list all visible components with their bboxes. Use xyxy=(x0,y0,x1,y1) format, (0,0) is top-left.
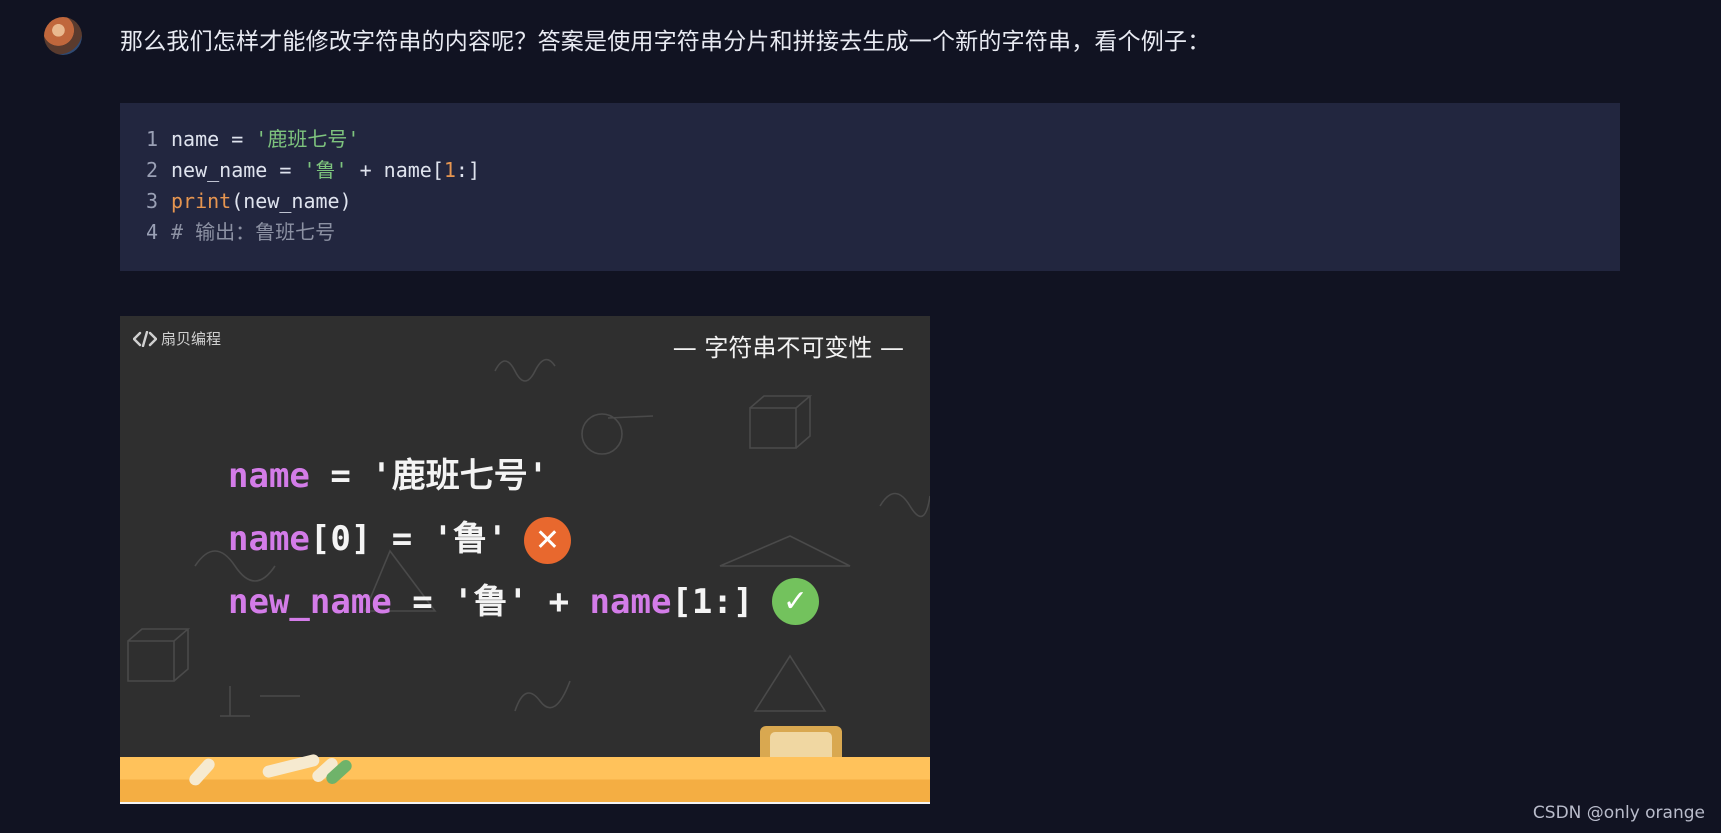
code-text: new_name = xyxy=(171,158,304,182)
chalk-shelf xyxy=(120,757,930,804)
code-line: 3 print(new_name) xyxy=(146,186,352,216)
check-icon: ✓ xyxy=(772,578,819,625)
board-code-text: [0] = '鲁' xyxy=(309,519,508,559)
code-text: + name[ xyxy=(347,158,444,182)
board-code-text: = '鹿班七号' xyxy=(309,456,549,496)
code-brackets-icon xyxy=(133,330,157,347)
board-code-line: name = '鹿班七号' xyxy=(228,454,548,498)
code-text: (new_name) xyxy=(231,189,352,213)
board-code-text: = '鲁' + xyxy=(391,582,590,622)
code-text: :] xyxy=(455,158,481,182)
line-number: 2 xyxy=(146,158,159,182)
code-string: '鲁' xyxy=(303,158,348,182)
cross-icon: ✕ xyxy=(524,517,571,564)
board-keyword: new_name xyxy=(228,582,392,622)
code-function: print xyxy=(171,189,232,213)
code-comment: # 输出：鲁班七号 xyxy=(171,220,336,244)
board-keyword: name xyxy=(589,582,672,622)
code-block: 1 name = '鹿班七号' 2 new_name = '鲁' + name[1:… xyxy=(120,103,1620,271)
board-title: — 字符串不可变性 — xyxy=(672,334,904,362)
code-text: name = xyxy=(171,127,256,151)
board-code-line: name[0] = '鲁' xyxy=(228,517,508,561)
board-code-line: new_name = '鲁' + name[1:] xyxy=(228,580,753,624)
code-line: 2 new_name = '鲁' + name[1:] xyxy=(146,155,480,185)
intro-text: 那么我们怎样才能修改字符串的内容呢？答案是使用字符串分片和拼接去生成一个新的字符… xyxy=(120,29,1211,55)
board-code-text: [1:] xyxy=(671,582,754,622)
line-number: 3 xyxy=(146,189,159,213)
line-number: 1 xyxy=(146,127,159,151)
line-number: 4 xyxy=(146,220,159,244)
board-keyword: name xyxy=(228,456,310,496)
code-line: 1 name = '鹿班七号' xyxy=(146,124,359,154)
brand-logo: 扇贝编程 xyxy=(133,328,221,349)
code-number: 1 xyxy=(443,158,456,182)
watermark: CSDN @only orange xyxy=(1532,803,1705,823)
code-line: 4 # 输出：鲁班七号 xyxy=(146,217,335,247)
chalkboard-image: 扇贝编程 — 字符串不可变性 — name = '鹿班七号' name[0] =… xyxy=(120,316,930,804)
board-keyword: name xyxy=(228,519,310,559)
brand-name: 扇贝编程 xyxy=(161,330,222,348)
author-avatar[interactable] xyxy=(44,17,82,55)
code-string: '鹿班七号' xyxy=(255,127,360,151)
